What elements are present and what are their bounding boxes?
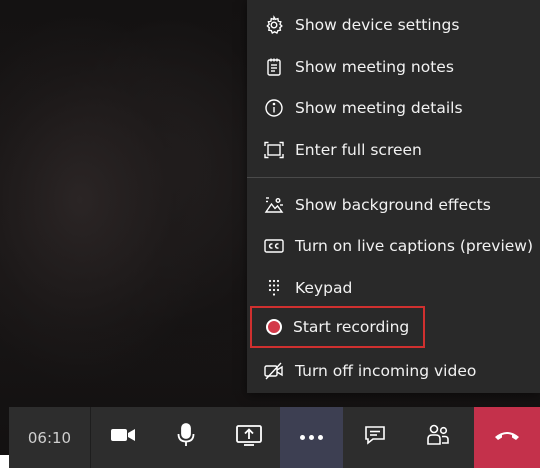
camera-button[interactable] [91,407,154,468]
fullscreen-icon [263,139,285,161]
menu-item-label: Keypad [295,279,353,297]
microphone-icon [175,422,197,453]
menu-item-turn-off-incoming-video[interactable]: Turn off incoming video [247,352,540,390]
hang-up-button[interactable] [474,407,540,468]
more-actions-menu: Show device settings Show meeting notes [247,0,540,393]
menu-item-label: Show meeting notes [295,58,454,76]
menu-item-label: Show meeting details [295,99,463,117]
menu-item-label: Start recording [293,318,410,336]
participants-button[interactable] [406,407,469,468]
menu-item-device-settings[interactable]: Show device settings [247,6,540,44]
menu-item-label: Enter full screen [295,141,422,159]
share-screen-button[interactable] [217,407,280,468]
menu-item-label: Turn off incoming video [295,362,477,380]
captions-icon [263,235,285,257]
menu-item-meeting-details[interactable]: Show meeting details [247,89,540,127]
menu-item-live-captions[interactable]: Turn on live captions (preview) [247,227,540,265]
more-icon [300,435,323,440]
menu-item-meeting-notes[interactable]: Show meeting notes [247,48,540,86]
menu-item-full-screen[interactable]: Enter full screen [247,131,540,169]
chat-icon [363,424,387,451]
keypad-icon [263,277,285,299]
menu-item-label: Show background effects [295,196,491,214]
call-timer: 06:10 [9,407,91,468]
chat-button[interactable] [343,407,406,468]
notes-icon [263,56,285,78]
participants-icon [425,422,451,453]
microphone-button[interactable] [154,407,217,468]
gear-icon [263,14,285,36]
info-icon [263,97,285,119]
hang-up-icon [493,428,521,447]
menu-divider [247,177,540,178]
background-effects-icon [263,194,285,216]
call-controls-toolbar: 06:10 [9,407,540,468]
camera-icon [109,425,137,450]
record-icon [263,316,285,338]
more-actions-button[interactable] [280,407,343,468]
share-screen-icon [235,423,263,452]
menu-item-label: Turn on live captions (preview) [295,237,534,255]
menu-item-keypad[interactable]: Keypad [247,269,540,307]
menu-item-background-effects[interactable]: Show background effects [247,186,540,224]
video-off-icon [263,360,285,382]
menu-item-start-recording[interactable]: Start recording [247,308,540,346]
menu-item-label: Show device settings [295,16,460,34]
